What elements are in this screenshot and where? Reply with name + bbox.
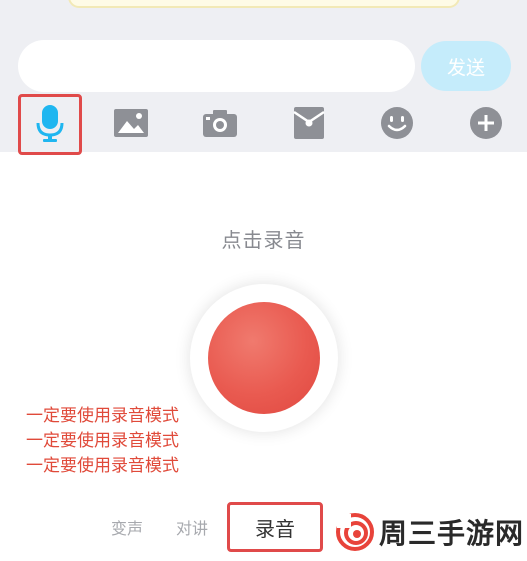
message-input[interactable] xyxy=(18,40,415,92)
emoji-icon xyxy=(381,107,413,139)
toolbar-red-packet[interactable] xyxy=(283,99,335,147)
watermark: 周三手游网 xyxy=(335,512,524,552)
toolbar-image[interactable] xyxy=(105,99,157,147)
watermark-logo-icon xyxy=(336,513,374,551)
image-icon xyxy=(114,109,148,137)
mode-tab-record[interactable]: 录音 xyxy=(227,502,323,552)
annotation-line: 一定要使用录音模式 xyxy=(26,456,179,476)
toolbar-emoji[interactable] xyxy=(371,99,423,147)
record-hint: 点击录音 xyxy=(221,228,306,252)
toolbar-plus[interactable] xyxy=(460,99,512,147)
annotation-notes: 一定要使用录音模式 一定要使用录音模式 一定要使用录音模式 xyxy=(26,404,179,479)
mode-tab-voice-change[interactable]: 变声 xyxy=(111,515,143,539)
microphone-highlight-box xyxy=(18,94,82,155)
camera-icon xyxy=(203,110,237,137)
annotation-line: 一定要使用录音模式 xyxy=(26,431,179,451)
send-button[interactable]: 发送 xyxy=(421,41,511,91)
plus-icon xyxy=(470,107,502,139)
red-packet-icon xyxy=(293,107,325,139)
composer-panel: 发送 xyxy=(0,0,527,155)
message-bubble xyxy=(68,0,460,8)
annotation-line: 一定要使用录音模式 xyxy=(26,406,179,426)
record-button[interactable] xyxy=(208,302,320,414)
mode-tab-intercom[interactable]: 对讲 xyxy=(176,515,208,539)
toolbar-camera[interactable] xyxy=(194,99,246,147)
watermark-text: 周三手游网 xyxy=(379,517,525,550)
